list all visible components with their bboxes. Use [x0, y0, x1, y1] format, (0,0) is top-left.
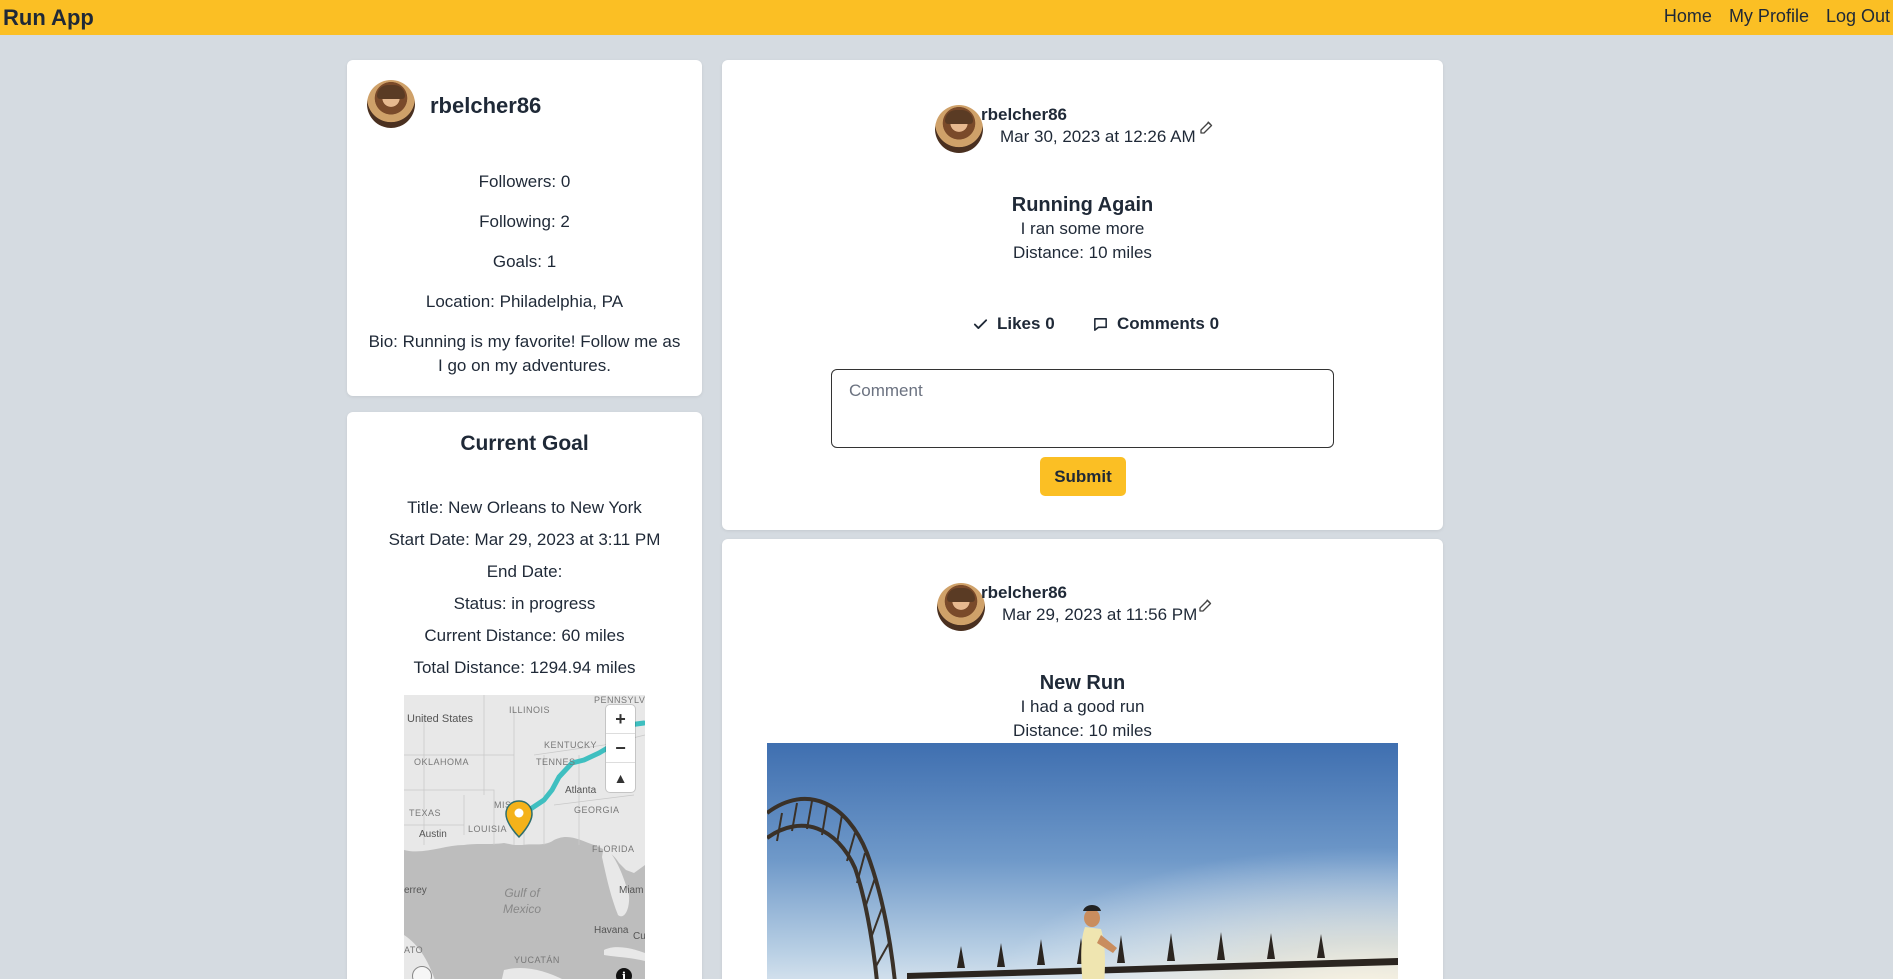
post-date: Mar 30, 2023 at 12:26 AM [1000, 127, 1196, 146]
goal-start-date: Start Date: Mar 29, 2023 at 3:11 PM [388, 530, 661, 549]
map-label: YUCATÁN [514, 955, 560, 965]
following-count: Following: 2 [479, 212, 570, 231]
map-label: Havana [594, 925, 629, 936]
map-label: FLORIDA [592, 844, 635, 854]
map-label: ATO [404, 945, 424, 955]
map-label: PENNSYLV [594, 695, 645, 705]
map-label: Austin [419, 829, 447, 840]
runner-bridge-photo [767, 743, 1398, 979]
goal-route-map[interactable]: United States ILLINOIS PENNSYLV KENTUCKY… [404, 695, 645, 979]
post-description: I had a good run [1020, 697, 1145, 716]
profile-bio: Bio: Running is my favorite! Follow me a… [368, 332, 681, 375]
map-label: OKLAHOMA [414, 757, 470, 767]
map-label: Gulf of Mexico [502, 886, 541, 916]
post-description: I ran some more [1020, 219, 1145, 238]
map-label: TEXAS [409, 808, 442, 818]
followers-count: Followers: 0 [478, 172, 571, 191]
post-header: rbelcher86 Mar 30, 2023 at 12:26 AM [722, 105, 1443, 155]
profile-username: rbelcher86 [430, 93, 542, 118]
avatar [937, 583, 985, 631]
submit-comment-button[interactable]: Submit [1040, 457, 1126, 496]
goals-count: Goals: 1 [492, 252, 557, 271]
goal-details: Title: New Orleans to New York Start Dat… [347, 497, 702, 689]
comment-icon [1094, 317, 1107, 331]
compass-button[interactable]: ▲ [606, 763, 635, 792]
goal-status: Status: in progress [453, 594, 596, 613]
map-label: errey [404, 885, 427, 896]
brand-logo[interactable]: Run App [3, 5, 94, 31]
map-info-icon[interactable]: i [616, 968, 632, 979]
map-label: ILLINOIS [509, 705, 551, 715]
profile-card: rbelcher86 Followers: 0 Following: 2 Goa… [347, 60, 702, 396]
avatar [935, 105, 983, 153]
post-actions: Likes 0 Comments 0 [722, 314, 1443, 338]
goal-total-distance: Total Distance: 1294.94 miles [413, 658, 636, 677]
map-label: Cu [633, 931, 645, 942]
map-label: TENNES [536, 757, 576, 767]
map-label: Miam [619, 885, 644, 896]
post-distance: Distance: 10 miles [1013, 243, 1152, 262]
map-label: GEORGIA [574, 805, 620, 815]
goal-title: Title: New Orleans to New York [407, 498, 642, 517]
post-date: Mar 29, 2023 at 11:56 PM [1002, 605, 1198, 624]
map-label: United States [407, 713, 474, 725]
map-label: Atlanta [565, 785, 597, 796]
zoom-in-button[interactable]: + [606, 705, 635, 734]
nav-log-out-link[interactable]: Log Out [1826, 6, 1890, 27]
edit-icon[interactable] [1198, 118, 1216, 136]
post-photo[interactable] [767, 743, 1398, 979]
zoom-out-button[interactable]: − [606, 734, 635, 763]
comments-count: Comments 0 [1117, 314, 1220, 333]
profile-stats: Followers: 0 Following: 2 Goals: 1 Locat… [367, 170, 682, 378]
navbar: Run App Home My Profile Log Out [0, 0, 1893, 35]
likes-count: Likes 0 [997, 314, 1055, 333]
comments-button[interactable]: Comments 0 [1092, 314, 1219, 334]
goal-heading: Current Goal [460, 432, 589, 455]
profile-location: Location: Philadelphia, PA [425, 292, 624, 311]
comment-input[interactable] [831, 369, 1334, 448]
post-title: Running Again [1011, 194, 1154, 216]
map-label: LOUISIA [468, 824, 508, 834]
post-card: rbelcher86 Mar 29, 2023 at 11:56 PM New … [722, 539, 1443, 979]
post-title: New Run [1039, 672, 1126, 694]
nav-links: Home My Profile Log Out [1664, 6, 1890, 27]
check-icon [973, 318, 988, 329]
goal-end-date: End Date: [486, 562, 563, 581]
post-distance: Distance: 10 miles [1013, 721, 1152, 740]
nav-home-link[interactable]: Home [1664, 6, 1712, 27]
goal-current-distance: Current Distance: 60 miles [424, 626, 625, 645]
nav-my-profile-link[interactable]: My Profile [1729, 6, 1809, 27]
map-provider-logo-icon[interactable] [412, 966, 432, 979]
goal-card: Current Goal Title: New Orleans to New Y… [347, 412, 702, 979]
map-label: KENTUCKY [544, 740, 598, 750]
map-controls: + − ▲ [606, 705, 635, 792]
post-header: rbelcher86 Mar 29, 2023 at 11:56 PM [722, 583, 1443, 633]
avatar [367, 80, 415, 128]
like-button[interactable]: Likes 0 [972, 314, 1055, 334]
post-card: rbelcher86 Mar 30, 2023 at 12:26 AM Runn… [722, 60, 1443, 530]
edit-icon[interactable] [1197, 596, 1215, 614]
map-pin-icon [505, 800, 533, 838]
